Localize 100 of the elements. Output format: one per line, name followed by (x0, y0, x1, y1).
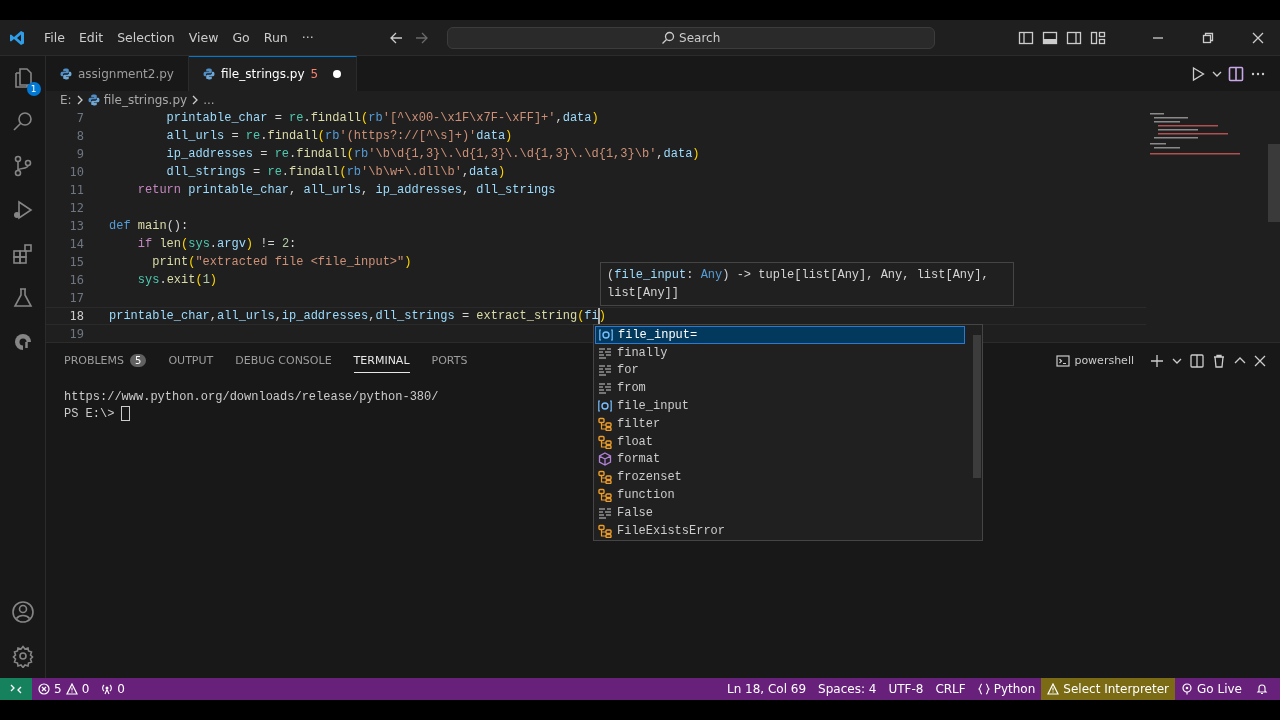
terminal-icon (1056, 353, 1071, 368)
breadcrumb-item[interactable]: file_strings.py (103, 93, 188, 107)
line-number: 13 (68, 219, 84, 233)
suggestion-item[interactable]: for (595, 361, 965, 380)
terminal-output: https://www.python.org/downloads/release/python-380/ (64, 389, 439, 404)
line-number: 7 (75, 111, 84, 125)
primary-sidebar-toggle-icon[interactable] (1018, 29, 1034, 46)
line-ending-status[interactable]: CRLF (929, 678, 972, 700)
broadcast-icon (1181, 683, 1194, 695)
interpreter-button[interactable]: Select Interpreter (1041, 678, 1176, 700)
line-number: 11 (68, 183, 84, 197)
editor-tab[interactable]: file_strings.py 5 (188, 56, 358, 91)
line-number: 16 (68, 273, 84, 287)
python-file-icon (60, 67, 72, 80)
bell-icon[interactable] (1256, 683, 1268, 695)
suggestion-item[interactable]: function (595, 486, 965, 504)
app-logo-icon (9, 29, 25, 46)
remote-icon (10, 683, 22, 695)
plus-icon[interactable] (1150, 353, 1164, 368)
notification-badge: 1 (26, 82, 41, 96)
cursor-position[interactable]: Ln 18, Col 69 (720, 678, 813, 700)
settings-icon[interactable] (10, 644, 35, 668)
class-symbol-icon (598, 434, 612, 449)
code-line: sys.exit(1) (136, 273, 218, 287)
suggestion-item[interactable]: from (595, 379, 965, 398)
secondary-sidebar-toggle-icon[interactable] (1066, 29, 1082, 46)
menu-item[interactable]: ··· (294, 28, 321, 47)
search-icon (661, 30, 676, 45)
split-terminal-icon[interactable] (1190, 353, 1204, 368)
search-field[interactable]: Search (446, 26, 935, 49)
breadcrumb-item[interactable]: E: (60, 93, 72, 107)
unsaved-dot-icon (332, 69, 343, 79)
language-mode[interactable]: Python (971, 678, 1042, 700)
code-line: all_urls = re.findall(rb'(https?://[^\s]+)'data) (165, 129, 513, 143)
code-line: ip_addresses = re.findall(rb'\b\d{1,3}\.\d{1,3}\.\d{1,3}\.\d{1,3}\b',data) (165, 147, 700, 161)
variable-symbol-icon (598, 399, 612, 414)
customize-layout-icon[interactable] (1090, 29, 1106, 46)
line-number: 10 (68, 165, 84, 179)
go-live-button[interactable]: Go Live (1175, 678, 1248, 700)
ports-status[interactable]: 0 (95, 678, 131, 700)
restore-icon[interactable] (1202, 31, 1214, 44)
class-symbol-icon (598, 416, 612, 431)
menu-item[interactable]: Selection (110, 28, 182, 47)
class-symbol-icon (598, 523, 612, 538)
suggestion-item[interactable]: format (595, 450, 965, 469)
trash-icon[interactable] (1212, 353, 1226, 368)
keyword-symbol-icon (598, 381, 612, 396)
line-number: 18 (68, 309, 84, 323)
python-file-icon (202, 68, 215, 80)
scrollbar[interactable] (1268, 144, 1280, 222)
suggestion-item[interactable]: file_input= (595, 326, 965, 344)
account-icon[interactable] (10, 600, 35, 624)
keyword-symbol-icon (598, 345, 612, 360)
menu-item[interactable]: View (181, 28, 226, 47)
line-number: 12 (68, 201, 84, 215)
panel-tab[interactable]: TERMINAL (353, 348, 410, 373)
line-number: 17 (68, 291, 84, 305)
broadcast-icon (101, 683, 114, 695)
panel-tab[interactable]: PORTS (431, 348, 468, 373)
code-line: print("extracted file <file_input>") (151, 255, 412, 269)
menu-item[interactable]: Run (256, 28, 295, 47)
panel-toggle-icon[interactable] (1042, 29, 1058, 46)
back-arrow-icon[interactable] (388, 30, 403, 45)
panel-tab[interactable]: DEBUG CONSOLE (235, 348, 332, 373)
problems-status[interactable]: 5 0 (32, 678, 96, 700)
suggestion-item[interactable]: file_input (595, 397, 965, 415)
terminal-output: PS E:\> (64, 406, 115, 421)
extensions-icon[interactable] (10, 242, 35, 266)
close-icon[interactable] (1254, 354, 1266, 367)
forward-arrow-icon[interactable] (414, 30, 429, 45)
line-number: 8 (75, 129, 84, 143)
suggestion-item[interactable]: float (595, 432, 965, 451)
keyword-symbol-icon (598, 505, 612, 520)
menu-item[interactable]: Edit (71, 28, 111, 47)
suggestion-item[interactable]: frozenset (595, 468, 965, 487)
signature-tooltip: (file_input: Any) -> tuple[list[Any], Any, list[Any], list[Any]] (600, 262, 1014, 306)
code-line: def main(): (109, 219, 189, 233)
menu-item[interactable]: Go (225, 28, 257, 47)
variable-symbol-icon (599, 327, 613, 342)
chevron-right-icon (191, 95, 200, 105)
split-editor-icon[interactable] (1228, 65, 1244, 82)
suggestion-item[interactable]: finally (595, 343, 965, 362)
menu-item[interactable]: File (37, 28, 72, 47)
encoding-status[interactable]: UTF-8 (882, 678, 930, 700)
panel-tab[interactable]: OUTPUT (168, 348, 214, 373)
breadcrumb-item[interactable]: ... (203, 93, 215, 107)
warning-icon (1047, 683, 1060, 695)
code-line: printable_char = re.findall(rb'[^\x00-\x1F\x7F-\xFF]+',data) (165, 111, 599, 125)
terminal-selector[interactable]: powershell (1056, 353, 1134, 368)
scrollbar[interactable] (973, 335, 981, 478)
suggestion-item[interactable]: filter (595, 415, 965, 433)
indentation-status[interactable]: Spaces: 4 (812, 678, 883, 700)
braces-icon (977, 683, 990, 695)
suggestion-item[interactable]: False (595, 503, 965, 522)
suggestion-item[interactable]: FileExistsError (595, 521, 965, 540)
error-icon (38, 683, 50, 695)
close-icon[interactable] (1252, 31, 1264, 44)
panel-tab[interactable]: PROBLEMS 5 (64, 348, 147, 373)
run-icon[interactable] (1190, 65, 1206, 82)
line-number: 14 (68, 237, 84, 251)
